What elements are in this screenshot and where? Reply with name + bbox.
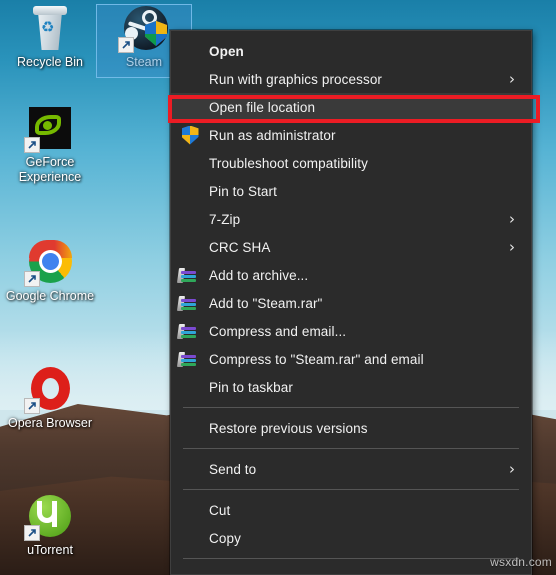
menu-item-add-to-steam-rar[interactable]: Add to "Steam.rar" (171, 289, 531, 317)
menu-item-create-shortcut[interactable]: Create shortcut (171, 565, 531, 575)
winrar-icon (171, 345, 209, 373)
menu-item-label: Run as administrator (209, 127, 336, 143)
menu-item-icon-slot (171, 565, 209, 574)
context-menu[interactable]: Open Run with graphics processor › Open fil… (170, 30, 532, 575)
menu-item-label: Add to archive... (209, 267, 309, 283)
desktop-icon-label: Recycle Bin (17, 55, 83, 69)
desktop-icon-label: uTorrent (27, 543, 73, 557)
menu-item-crc-sha[interactable]: CRC SHA › (171, 233, 531, 261)
shortcut-arrow-icon (24, 525, 40, 541)
menu-item-open-file-location[interactable]: Open file location (171, 93, 531, 121)
chevron-right-icon: › (509, 210, 515, 228)
menu-item-label: Open file location (209, 99, 316, 115)
menu-item-cut[interactable]: Cut (171, 496, 531, 524)
google-chrome-icon (24, 238, 74, 287)
shortcut-arrow-icon (24, 398, 40, 414)
menu-item-open[interactable]: Open (171, 37, 531, 65)
menu-item-icon-slot (171, 496, 209, 524)
menu-item-icon-slot (171, 205, 209, 233)
menu-item-label: 7-Zip (209, 211, 241, 227)
desktop[interactable]: ♻ Recycle Bin Steam GeForce Experience G… (0, 0, 556, 575)
menu-item-label: Pin to taskbar (209, 379, 293, 395)
menu-item-run-as-administrator[interactable]: Run as administrator (171, 121, 531, 149)
chevron-right-icon: › (509, 460, 515, 478)
desktop-icon-label: Google Chrome (5, 289, 95, 303)
chevron-right-icon: › (509, 70, 515, 88)
menu-item-label: Pin to Start (209, 183, 277, 199)
menu-item-icon-slot (171, 414, 209, 442)
menu-separator (183, 448, 519, 449)
menu-item-icon-slot (171, 455, 209, 483)
menu-item-label: Compress to "Steam.rar" and email (209, 351, 424, 367)
menu-item-label: CRC SHA (209, 239, 271, 255)
geforce-experience-icon (24, 104, 74, 153)
menu-item-label: Send to (209, 461, 257, 477)
steam-icon (118, 4, 168, 53)
menu-item-compress-and-email[interactable]: Compress and email... (171, 317, 531, 345)
desktop-icon-opera-browser[interactable]: Opera Browser (2, 365, 98, 431)
menu-item-compress-to-steam-rar-and-email[interactable]: Compress to "Steam.rar" and email (171, 345, 531, 373)
menu-item-label: Troubleshoot compatibility (209, 155, 368, 171)
menu-item-icon-slot (171, 373, 209, 401)
menu-separator (183, 558, 519, 559)
menu-item-send-to[interactable]: Send to › (171, 455, 531, 483)
winrar-icon (171, 317, 209, 345)
menu-item-copy[interactable]: Copy (171, 524, 531, 552)
desktop-icon-label: GeForce Experience (18, 155, 82, 184)
desktop-icon-google-chrome[interactable]: Google Chrome (2, 238, 98, 304)
menu-item-icon-slot (171, 149, 209, 177)
menu-separator (183, 489, 519, 490)
shortcut-arrow-icon (24, 271, 40, 287)
desktop-icon-label: Opera Browser (7, 416, 93, 430)
desktop-icon-recycle-bin[interactable]: ♻ Recycle Bin (2, 4, 98, 70)
menu-item-label: Open (209, 43, 244, 59)
opera-browser-icon (24, 365, 74, 414)
menu-item-add-to-archive[interactable]: Add to archive... (171, 261, 531, 289)
desktop-icon-geforce-experience[interactable]: GeForce Experience (2, 104, 98, 185)
menu-item-icon-slot (171, 177, 209, 205)
menu-item-pin-to-taskbar[interactable]: Pin to taskbar (171, 373, 531, 401)
menu-item-icon-slot (171, 524, 209, 552)
menu-item-icon-slot (171, 65, 209, 93)
menu-item-label: Add to "Steam.rar" (209, 295, 323, 311)
menu-item-7-zip[interactable]: 7-Zip › (171, 205, 531, 233)
shortcut-arrow-icon (118, 37, 134, 53)
menu-item-label: Cut (209, 502, 231, 518)
menu-item-label: Restore previous versions (209, 420, 368, 436)
desktop-icon-utorrent[interactable]: uTorrent (2, 492, 98, 558)
menu-item-icon-slot (171, 233, 209, 261)
menu-separator (183, 407, 519, 408)
winrar-icon (171, 261, 209, 289)
menu-item-run-with-graphics-processor[interactable]: Run with graphics processor › (171, 65, 531, 93)
menu-item-label: Copy (209, 530, 241, 546)
utorrent-icon (24, 492, 74, 541)
chevron-right-icon: › (509, 238, 515, 256)
watermark: wsxdn.com (490, 555, 552, 569)
winrar-icon (171, 289, 209, 317)
menu-item-label: Create shortcut (209, 572, 503, 575)
menu-item-icon-slot (171, 37, 209, 65)
shortcut-arrow-icon (24, 137, 40, 153)
recycle-bin-icon: ♻ (26, 4, 74, 52)
menu-item-troubleshoot-compatibility[interactable]: Troubleshoot compatibility (171, 149, 531, 177)
menu-item-icon-slot (171, 93, 209, 121)
menu-item-pin-to-start[interactable]: Pin to Start (171, 177, 531, 205)
menu-item-label: Run with graphics processor (209, 71, 383, 87)
menu-item-label: Compress and email... (209, 323, 347, 339)
shield-icon (171, 121, 209, 149)
menu-item-restore-previous-versions[interactable]: Restore previous versions (171, 414, 531, 442)
